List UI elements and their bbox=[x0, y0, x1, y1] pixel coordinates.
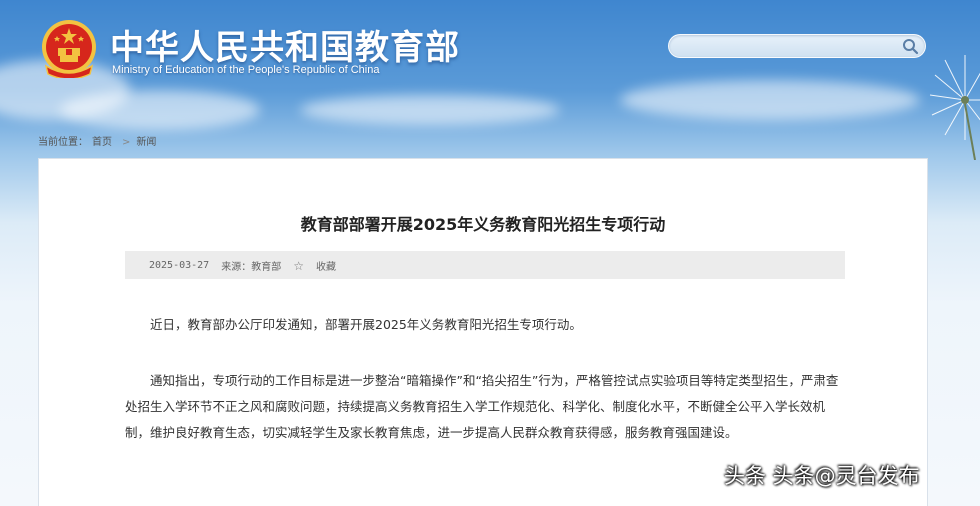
dandelion-decoration bbox=[929, 55, 980, 160]
national-emblem-icon[interactable] bbox=[40, 18, 98, 78]
site-header: 中华人民共和国教育部 Ministry of Education of the … bbox=[0, 0, 980, 160]
breadcrumb: 当前位置： 首页 > 新闻 bbox=[38, 133, 160, 148]
article-container: 教育部部署开展2025年义务教育阳光招生专项行动 2025-03-27 来源：教… bbox=[38, 158, 928, 506]
article-meta-bar: 2025-03-27 来源：教育部 ☆ 收藏 bbox=[125, 251, 845, 279]
favorite-button[interactable]: ☆ 收藏 bbox=[293, 258, 348, 273]
search-input[interactable] bbox=[679, 37, 899, 55]
cloud-decoration bbox=[300, 95, 560, 125]
search-bar[interactable] bbox=[668, 34, 926, 58]
cloud-decoration bbox=[60, 90, 260, 130]
cloud-decoration bbox=[620, 80, 920, 120]
breadcrumb-news-link[interactable]: 新闻 bbox=[136, 137, 156, 148]
breadcrumb-separator: > bbox=[122, 137, 131, 148]
favorite-label: 收藏 bbox=[315, 261, 336, 273]
search-icon[interactable] bbox=[902, 38, 919, 55]
breadcrumb-home-link[interactable]: 首页 bbox=[92, 137, 112, 148]
star-icon: ☆ bbox=[293, 258, 304, 273]
site-title-english: Ministry of Education of the People's Re… bbox=[112, 64, 380, 76]
breadcrumb-label: 当前位置： bbox=[38, 137, 88, 148]
article-paragraph: 通知指出，专项行动的工作目标是进一步整治“暗箱操作”和“掐尖招生”行为，严格管控… bbox=[125, 373, 839, 440]
article-date: 2025-03-27 bbox=[149, 259, 210, 271]
article-title: 教育部部署开展2025年义务教育阳光招生专项行动 bbox=[300, 215, 666, 234]
article-paragraph: 近日，教育部办公厅印发通知，部署开展2025年义务教育阳光招生专项行动。 bbox=[150, 317, 582, 332]
article-source: 来源：教育部 bbox=[221, 261, 282, 273]
site-title-chinese[interactable]: 中华人民共和国教育部 bbox=[110, 20, 460, 69]
watermark: 头条 头条@灵台发布 bbox=[724, 464, 920, 488]
